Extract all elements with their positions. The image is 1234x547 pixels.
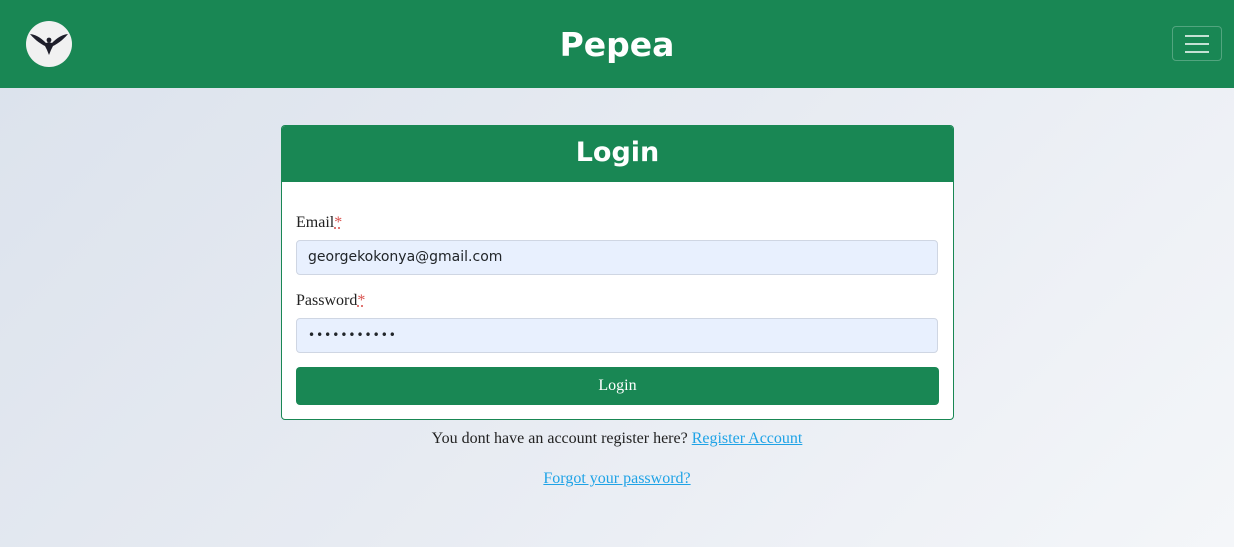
password-required-mark: *	[357, 292, 366, 309]
forgot-password-link[interactable]: Forgot your password?	[543, 470, 690, 487]
email-label: Email*	[296, 214, 343, 231]
register-prompt: You dont have an account register here? …	[0, 430, 1234, 448]
top-navbar: Pepea	[0, 0, 1234, 88]
hamburger-menu-icon[interactable]	[1172, 26, 1222, 61]
login-button[interactable]: Login	[296, 367, 939, 405]
password-label: Password*	[296, 292, 366, 309]
password-field[interactable]: •••••••••••	[296, 318, 938, 353]
email-field[interactable]: georgekokonya@gmail.com	[296, 240, 938, 275]
email-required-mark: *	[334, 214, 343, 231]
brand-title: Pepea	[559, 25, 675, 64]
register-account-link[interactable]: Register Account	[692, 430, 803, 447]
login-card: Login Email* georgekokonya@gmail.com Pas…	[281, 125, 954, 420]
register-prompt-text: You dont have an account register here?	[431, 430, 688, 447]
login-card-title: Login	[282, 126, 953, 182]
forgot-password-row: Forgot your password?	[0, 470, 1234, 488]
